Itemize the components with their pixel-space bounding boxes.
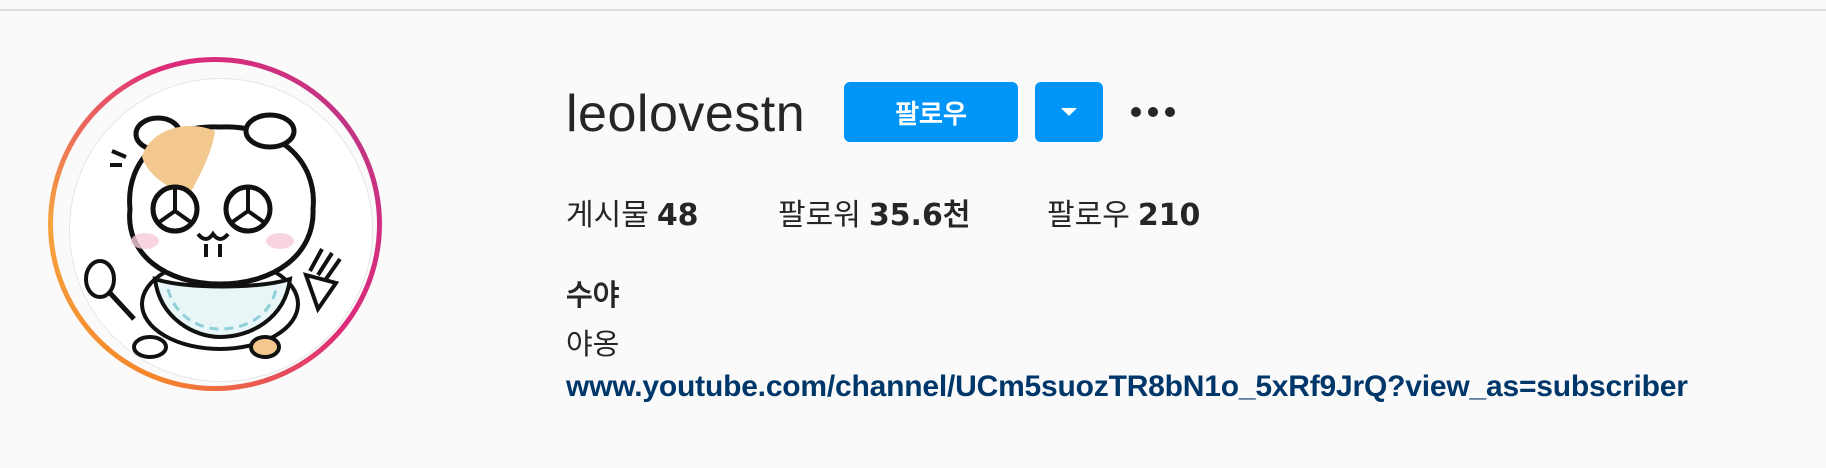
following-label: 팔로우 xyxy=(1047,198,1130,233)
posts-label: 게시물 xyxy=(566,198,649,233)
hamster-avatar-illustration xyxy=(84,112,342,359)
avatar-ring-gap xyxy=(53,62,377,386)
profile-bio: 야옹 xyxy=(566,327,620,361)
more-options-icon xyxy=(1131,107,1175,117)
profile-full-name: 수야 xyxy=(566,278,620,312)
caret-down-icon xyxy=(1061,108,1077,116)
avatar[interactable] xyxy=(69,78,373,382)
avatar-story-ring[interactable] xyxy=(48,57,382,391)
following-link[interactable]: 팔로우 210 xyxy=(1047,190,1200,234)
posts-value: 48 xyxy=(656,198,699,233)
profile-external-link[interactable]: www.youtube.com/channel/UCm5suozTR8bN1o_… xyxy=(566,370,1688,404)
profile-username: leolovestn xyxy=(566,85,806,143)
header-divider xyxy=(0,0,1826,11)
more-options-button[interactable] xyxy=(1128,92,1178,132)
suggested-accounts-dropdown-button[interactable] xyxy=(1035,82,1103,142)
following-value: 210 xyxy=(1137,198,1201,233)
posts-count: 게시물 48 xyxy=(566,190,699,234)
followers-label: 팔로워 xyxy=(778,198,861,233)
followers-link[interactable]: 팔로워 35.6천 xyxy=(778,190,970,234)
followers-value: 35.6천 xyxy=(868,198,971,233)
follow-button[interactable]: 팔로우 xyxy=(844,82,1018,142)
